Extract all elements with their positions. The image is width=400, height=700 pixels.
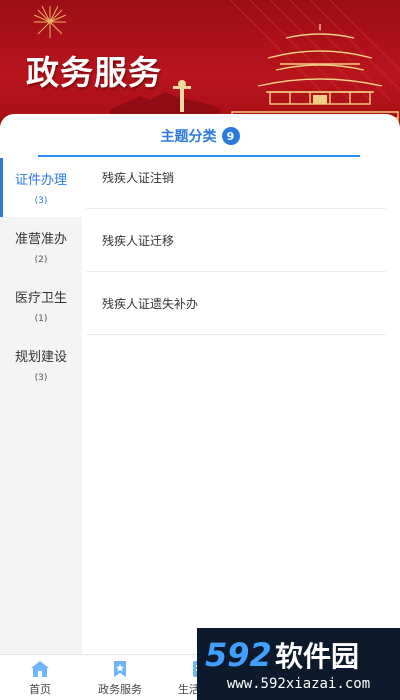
watermark-logo: 592 软件园 xyxy=(205,636,359,674)
sidebar-item-count: (3) xyxy=(34,196,48,206)
list-item[interactable]: 残疾人证注销 xyxy=(86,146,386,209)
list-item-label: 残疾人证迁移 xyxy=(102,233,175,248)
list-item-label: 残疾人证注销 xyxy=(102,170,175,185)
sidebar-item-yiliao[interactable]: 医疗卫生 (1) xyxy=(0,276,82,335)
sidebar-item-count: (3) xyxy=(34,373,48,383)
list-item[interactable]: 残疾人证迁移 xyxy=(86,209,386,272)
sidebar-item-guihua[interactable]: 规划建设 (3) xyxy=(0,335,82,394)
home-icon xyxy=(31,660,49,677)
firework-icon xyxy=(33,5,67,38)
site-watermark: 592 软件园 www.592xiazai.com xyxy=(197,628,400,700)
category-count-badge: 9 xyxy=(221,127,240,145)
nav-item-zhengwu[interactable]: 政务服务 xyxy=(80,655,160,700)
content-card: 主题分类 9 证件办理 (3) 准营准办 (2) 医疗卫生 (1) 规划建设 (… xyxy=(0,114,400,654)
category-sidebar: 证件办理 (3) 准营准办 (2) 医疗卫生 (1) 规划建设 (3) xyxy=(0,158,82,654)
sidebar-item-count: (2) xyxy=(34,255,48,265)
service-list: 残疾人证注销 残疾人证迁移 残疾人证遗失补办 xyxy=(86,146,386,335)
sidebar-item-label: 规划建设 xyxy=(14,350,67,365)
list-item[interactable]: 残疾人证遗失补办 xyxy=(86,272,386,335)
list-item-label: 残疾人证遗失补办 xyxy=(102,296,199,311)
nav-label: 政务服务 xyxy=(98,682,142,696)
sidebar-item-label: 医疗卫生 xyxy=(14,291,67,306)
sidebar-item-label: 准营准办 xyxy=(14,232,67,247)
star-bookmark-icon xyxy=(114,660,126,677)
sidebar-item-zhunying[interactable]: 准营准办 (2) xyxy=(0,217,82,276)
nav-label: 首页 xyxy=(29,682,51,696)
sidebar-item-zhengjian[interactable]: 证件办理 (3) xyxy=(0,158,82,217)
watermark-url: www.592xiazai.com xyxy=(226,676,371,692)
nav-item-home[interactable]: 首页 xyxy=(0,655,80,700)
sidebar-item-label: 证件办理 xyxy=(14,173,67,188)
category-header-title: 主题分类 xyxy=(160,129,217,145)
sidebar-item-count: (1) xyxy=(34,314,48,324)
svg-text:软件园: 软件园 xyxy=(275,640,359,673)
banner-title: 政务服务 xyxy=(26,53,162,92)
svg-text:592: 592 xyxy=(205,636,272,674)
